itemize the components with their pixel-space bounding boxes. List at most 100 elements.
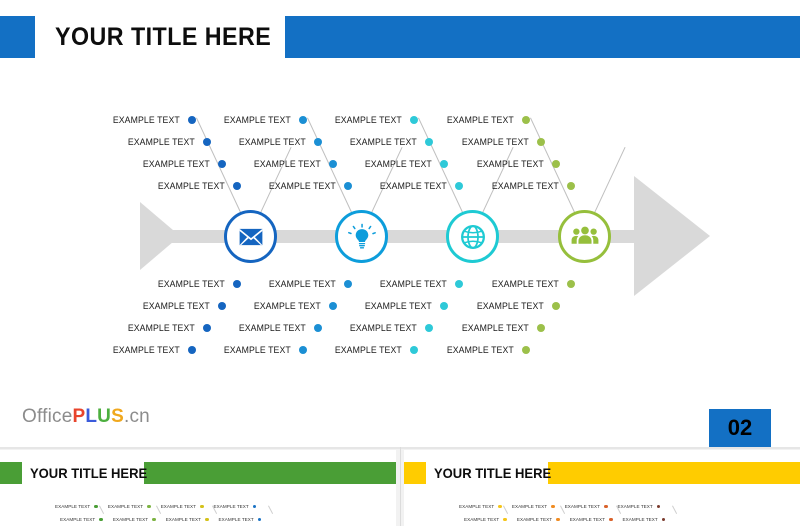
thumb-label: EXAMPLE TEXT <box>112 517 149 522</box>
thumb-label-item: EXAMPLE TEXT <box>108 504 151 509</box>
branch-label-row[interactable]: EXAMPLE TEXT <box>312 299 560 313</box>
lightbulb-icon <box>347 223 376 251</box>
logo-l-letter: L <box>85 406 98 427</box>
thumb-title-bar-left-block <box>404 462 426 484</box>
branch-label-row[interactable]: EXAMPLE TEXT <box>312 135 545 149</box>
logo-u-letter: U <box>97 406 112 427</box>
thumb-label-item: EXAMPLE TEXT <box>55 504 98 509</box>
thumbnail-divider <box>400 447 401 526</box>
node-envelope[interactable] <box>224 210 277 263</box>
thumb-label: EXAMPLE TEXT <box>564 504 600 509</box>
thumb-title-bar-right-block <box>548 462 800 484</box>
branch-dot <box>522 346 530 354</box>
thumb-dot <box>556 517 560 522</box>
thumb-label: EXAMPLE TEXT <box>459 504 495 509</box>
thumb-dot <box>199 504 204 509</box>
thumb-label-item: EXAMPLE TEXT <box>219 517 262 522</box>
thumb-dot <box>257 517 262 522</box>
branch-dot <box>522 116 530 124</box>
thumb-dot <box>603 504 608 509</box>
thumb-label-item: EXAMPLE TEXT <box>113 517 156 522</box>
thumb-label: EXAMPLE TEXT <box>213 504 249 509</box>
thumb-label-item: EXAMPLE TEXT <box>459 504 502 509</box>
branch-dot <box>567 182 575 190</box>
thumb-label: EXAMPLE TEXT <box>55 504 91 509</box>
thumbnail-slide-green[interactable]: YOUR TITLE HERE EXAMPLE TEXT EXAMPLE TEX… <box>0 450 396 526</box>
logo-s-letter: S <box>111 406 124 427</box>
page-title: YOUR TITLE HERE <box>55 23 272 51</box>
thumb-label: EXAMPLE TEXT <box>622 517 658 522</box>
node-lightbulb[interactable] <box>335 210 388 263</box>
envelope-icon <box>238 224 264 250</box>
thumb-dot <box>152 517 156 522</box>
globe-icon <box>460 224 486 250</box>
people-icon <box>571 223 599 251</box>
thumb-label-item: EXAMPLE TEXT <box>464 517 507 522</box>
thumb-label: EXAMPLE TEXT <box>218 517 254 522</box>
branch-label: EXAMPLE TEXT <box>491 180 559 192</box>
thumb-label-row: EXAMPLE TEXT EXAMPLE TEXT EXAMPLE TEXT E… <box>464 515 675 524</box>
title-bar-right-block <box>285 16 800 58</box>
branch-dot <box>537 138 545 146</box>
branch-dot <box>567 280 575 288</box>
thumb-label-item: EXAMPLE TEXT <box>214 504 257 509</box>
thumb-label-item: EXAMPLE TEXT <box>517 517 560 522</box>
logo-p-letter: P <box>72 406 86 427</box>
logo-office-text: Office <box>22 406 73 427</box>
thumb-label-item: EXAMPLE TEXT <box>623 517 666 522</box>
branch-dot <box>552 160 560 168</box>
branch-label: EXAMPLE TEXT <box>491 278 559 290</box>
thumb-label-item: EXAMPLE TEXT <box>512 504 555 509</box>
thumb-title-bar-right-block <box>144 462 396 484</box>
thumb-label: EXAMPLE TEXT <box>60 517 96 522</box>
thumb-label: EXAMPLE TEXT <box>165 517 201 522</box>
spine-head-arrow <box>634 176 710 296</box>
thumb-title: YOUR TITLE HERE <box>30 465 148 481</box>
thumb-connector-line <box>268 505 274 514</box>
thumb-dot <box>252 504 257 509</box>
thumbnail-slide-yellow[interactable]: YOUR TITLE HERE EXAMPLE TEXT EXAMPLE TEX… <box>404 450 800 526</box>
thumb-label: EXAMPLE TEXT <box>511 504 548 509</box>
branch-label-row[interactable]: EXAMPLE TEXT <box>312 157 560 171</box>
branch-label: EXAMPLE TEXT <box>446 344 514 356</box>
thumb-dot <box>503 517 507 522</box>
node-people[interactable] <box>558 210 611 263</box>
thumb-label: EXAMPLE TEXT <box>569 517 605 522</box>
thumb-label-row: EXAMPLE TEXT EXAMPLE TEXT EXAMPLE TEXT E… <box>55 502 266 511</box>
branch-bottom-4: EXAMPLE TEXT EXAMPLE TEXT EXAMPLE TEXT E… <box>312 272 575 382</box>
thumb-label-item: EXAMPLE TEXT <box>166 517 209 522</box>
thumb-label-row: EXAMPLE TEXT EXAMPLE TEXT EXAMPLE TEXT E… <box>60 515 271 524</box>
page-number-badge: 02 <box>709 409 771 447</box>
thumb-label-item: EXAMPLE TEXT <box>60 517 103 522</box>
branch-label: EXAMPLE TEXT <box>461 322 529 334</box>
branch-label-row[interactable]: EXAMPLE TEXT <box>312 179 575 193</box>
logo-cn-text: .cn <box>123 406 150 427</box>
node-globe[interactable] <box>446 210 499 263</box>
thumb-dot <box>204 517 209 522</box>
thumb-title: YOUR TITLE HERE <box>434 465 552 481</box>
officeplus-logo: OfficePLUS.cn <box>22 406 150 428</box>
thumb-dot <box>551 504 555 509</box>
branch-label-row[interactable]: EXAMPLE TEXT <box>312 277 575 291</box>
thumb-connector-line <box>672 505 678 514</box>
branch-label-row[interactable]: EXAMPLE TEXT <box>312 321 545 335</box>
slide-canvas: YOUR TITLE HERE EXAMPLE TEXT EXAMPLE TEX… <box>0 0 800 447</box>
thumb-label: EXAMPLE TEXT <box>617 504 653 509</box>
thumb-label: EXAMPLE TEXT <box>516 517 553 522</box>
thumb-dot <box>661 517 666 522</box>
thumb-dot <box>99 517 103 522</box>
thumb-dot <box>94 504 98 509</box>
thumb-dot <box>147 504 151 509</box>
branch-label-row[interactable]: EXAMPLE TEXT <box>312 113 530 127</box>
thumb-label: EXAMPLE TEXT <box>107 504 144 509</box>
branch-label-row[interactable]: EXAMPLE TEXT <box>312 343 530 357</box>
branch-top-4: EXAMPLE TEXT EXAMPLE TEXT EXAMPLE TEXT E… <box>312 108 575 218</box>
thumb-label-item: EXAMPLE TEXT <box>570 517 613 522</box>
thumb-label-item: EXAMPLE TEXT <box>618 504 661 509</box>
thumb-label-item: EXAMPLE TEXT <box>161 504 204 509</box>
thumb-dot <box>656 504 661 509</box>
slide-thumbnail-strip: YOUR TITLE HERE EXAMPLE TEXT EXAMPLE TEX… <box>0 447 800 526</box>
thumb-label: EXAMPLE TEXT <box>160 504 196 509</box>
thumb-dot <box>608 517 613 522</box>
thumb-title-bar-left-block <box>0 462 22 484</box>
